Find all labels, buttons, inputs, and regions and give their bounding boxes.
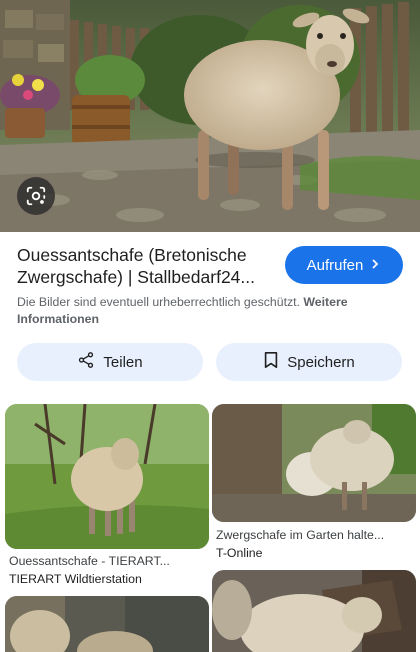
related-caption[interactable]: Ouessantschafe - TIERART... <box>9 554 205 568</box>
google-lens-button[interactable] <box>17 177 55 215</box>
related-result-card[interactable]: Ouessantschafe - TIERART... TIERART Wild… <box>5 404 209 590</box>
related-source: TIERART Wildtierstation <box>9 572 142 586</box>
share-button[interactable]: Teilen <box>17 343 203 381</box>
bookmark-icon <box>263 351 279 373</box>
visit-label: Aufrufen <box>306 256 364 274</box>
save-label: Speichern <box>287 353 355 371</box>
related-result-card[interactable] <box>5 596 209 652</box>
chevron-right-icon <box>369 257 381 274</box>
related-result-card[interactable] <box>212 570 416 652</box>
related-thumbnail[interactable] <box>5 404 209 549</box>
related-caption[interactable]: Zwergschafe im Garten halte... <box>216 528 412 542</box>
share-icon <box>77 351 95 373</box>
visit-button[interactable]: Aufrufen <box>285 246 403 284</box>
related-thumbnail[interactable] <box>212 404 416 522</box>
share-label: Teilen <box>103 353 143 371</box>
related-source: T-Online <box>216 546 263 560</box>
main-image[interactable] <box>0 0 420 232</box>
related-thumbnail[interactable] <box>212 570 416 652</box>
related-thumbnail[interactable] <box>5 596 209 652</box>
copyright-text: Die Bilder sind eventuell urheberrechtli… <box>17 295 300 309</box>
related-result-card[interactable]: Zwergschafe im Garten halte... T-Online <box>212 404 416 564</box>
result-title[interactable]: Ouessantschafe (Bretonische Zwergschafe)… <box>17 244 277 288</box>
google-lens-icon <box>25 185 47 207</box>
save-button[interactable]: Speichern <box>216 343 402 381</box>
copyright-notice: Die Bilder sind eventuell urheberrechtli… <box>17 294 397 328</box>
